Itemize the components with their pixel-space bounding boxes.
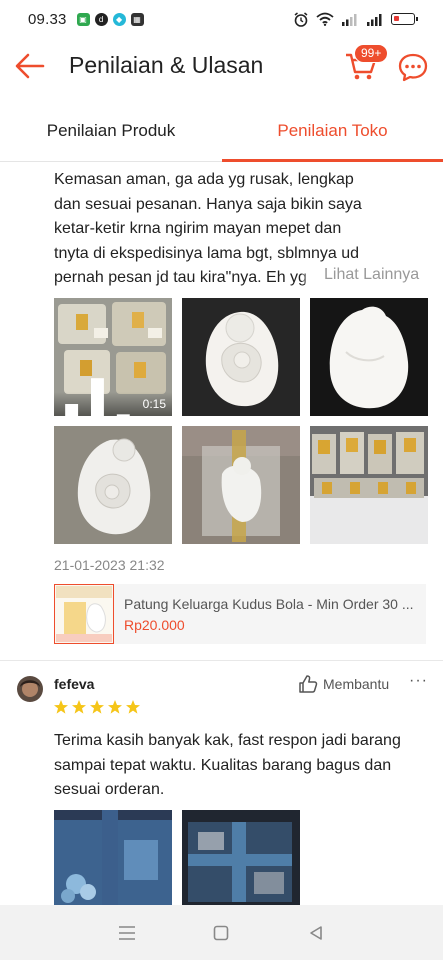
tab-shop-rating[interactable]: Penilaian Toko xyxy=(222,100,443,162)
product-name: Patung Keluarga Kudus Bola - Min Order 3… xyxy=(124,595,414,612)
notification-icons: ▣ d ◆ ▦ xyxy=(76,12,144,26)
product-card[interactable]: Patung Keluarga Kudus Bola - Min Order 3… xyxy=(54,584,426,644)
review-text-line: Terima kasih banyak kak, fast respon jad… xyxy=(54,732,401,749)
product-price: Rp20.000 xyxy=(124,616,185,633)
review-photo[interactable] xyxy=(182,426,300,544)
app-notification-icon: ▣ xyxy=(76,12,90,26)
review-photo[interactable] xyxy=(310,298,428,416)
star-icon xyxy=(54,700,68,714)
active-tab-indicator xyxy=(222,159,443,162)
header: Penilaian & Ulasan 99+ xyxy=(0,38,443,94)
review-text-line: Kemasan aman, ga ada yg rusak, lengkap xyxy=(54,171,354,188)
star-icon xyxy=(108,700,122,714)
thumbs-up-icon xyxy=(299,675,318,693)
alarm-icon xyxy=(294,11,308,27)
star-rating xyxy=(53,699,141,715)
review-text-line: tnyta di ekspedisinya lama bgt, sblmnya … xyxy=(54,244,360,262)
helpful-label: Membantu xyxy=(323,676,390,692)
helpful-button[interactable]: Membantu xyxy=(298,674,389,694)
messenger-icon: ◆ xyxy=(112,12,126,26)
video-duration: 0:15 xyxy=(142,397,166,411)
system-nav-bar xyxy=(0,905,443,960)
cart-badge: 99+ xyxy=(354,44,389,63)
review-text: Terima kasih banyak kak, fast respon jad… xyxy=(54,729,434,803)
product-thumbnail xyxy=(54,584,114,644)
star-icon xyxy=(72,700,86,714)
menu-nav-icon[interactable] xyxy=(115,921,139,945)
status-indicators xyxy=(293,11,418,27)
review-divider xyxy=(0,660,443,661)
review-photo[interactable] xyxy=(54,810,172,905)
tiktok-icon: d xyxy=(94,12,108,26)
battery-icon xyxy=(391,13,418,25)
review-video-thumbnail[interactable]: 0:15 xyxy=(54,298,172,416)
signal-1-icon xyxy=(342,13,357,26)
video-bars-icon xyxy=(65,378,130,416)
review-photo[interactable] xyxy=(310,426,428,544)
star-icon xyxy=(126,700,140,714)
video-bar: 0:15 xyxy=(54,378,172,416)
review-date: 21-01-2023 21:32 xyxy=(54,557,165,573)
signal-2-icon xyxy=(367,13,382,26)
review-photo[interactable] xyxy=(182,298,300,416)
tab-product-rating[interactable]: Penilaian Produk xyxy=(0,100,222,162)
home-nav-icon[interactable] xyxy=(209,921,233,945)
review-text-line: ketar-ketir krna ngirim mayan mepet dan xyxy=(54,220,342,237)
status-time: 09.33 xyxy=(28,10,67,28)
tabs: Penilaian Produk Penilaian Toko xyxy=(0,100,443,162)
back-arrow-icon[interactable] xyxy=(14,50,46,82)
more-options-icon[interactable]: ··· xyxy=(409,672,428,690)
back-nav-icon[interactable] xyxy=(304,921,328,945)
review-photo[interactable] xyxy=(54,426,172,544)
status-bar: 09.33 ▣ d ◆ ▦ xyxy=(0,0,443,38)
page-title: Penilaian & Ulasan xyxy=(69,52,264,78)
see-more-link[interactable]: Lihat Lainnya xyxy=(302,266,420,284)
reviewer-username[interactable]: fefeva xyxy=(54,676,94,692)
review-text-line: sampai tepat waktu. Kualitas barang bagu… xyxy=(54,756,392,774)
grid-app-icon: ▦ xyxy=(130,12,144,26)
review-text-line: sesuai orderan. xyxy=(54,781,165,798)
star-icon xyxy=(90,700,104,714)
avatar[interactable] xyxy=(17,676,43,702)
review-text-line: dan sesuai pesanan. Hanya saja bikin say… xyxy=(54,195,362,213)
review-photo[interactable] xyxy=(182,810,300,905)
wifi-icon xyxy=(316,12,334,26)
chat-icon[interactable] xyxy=(397,52,429,82)
